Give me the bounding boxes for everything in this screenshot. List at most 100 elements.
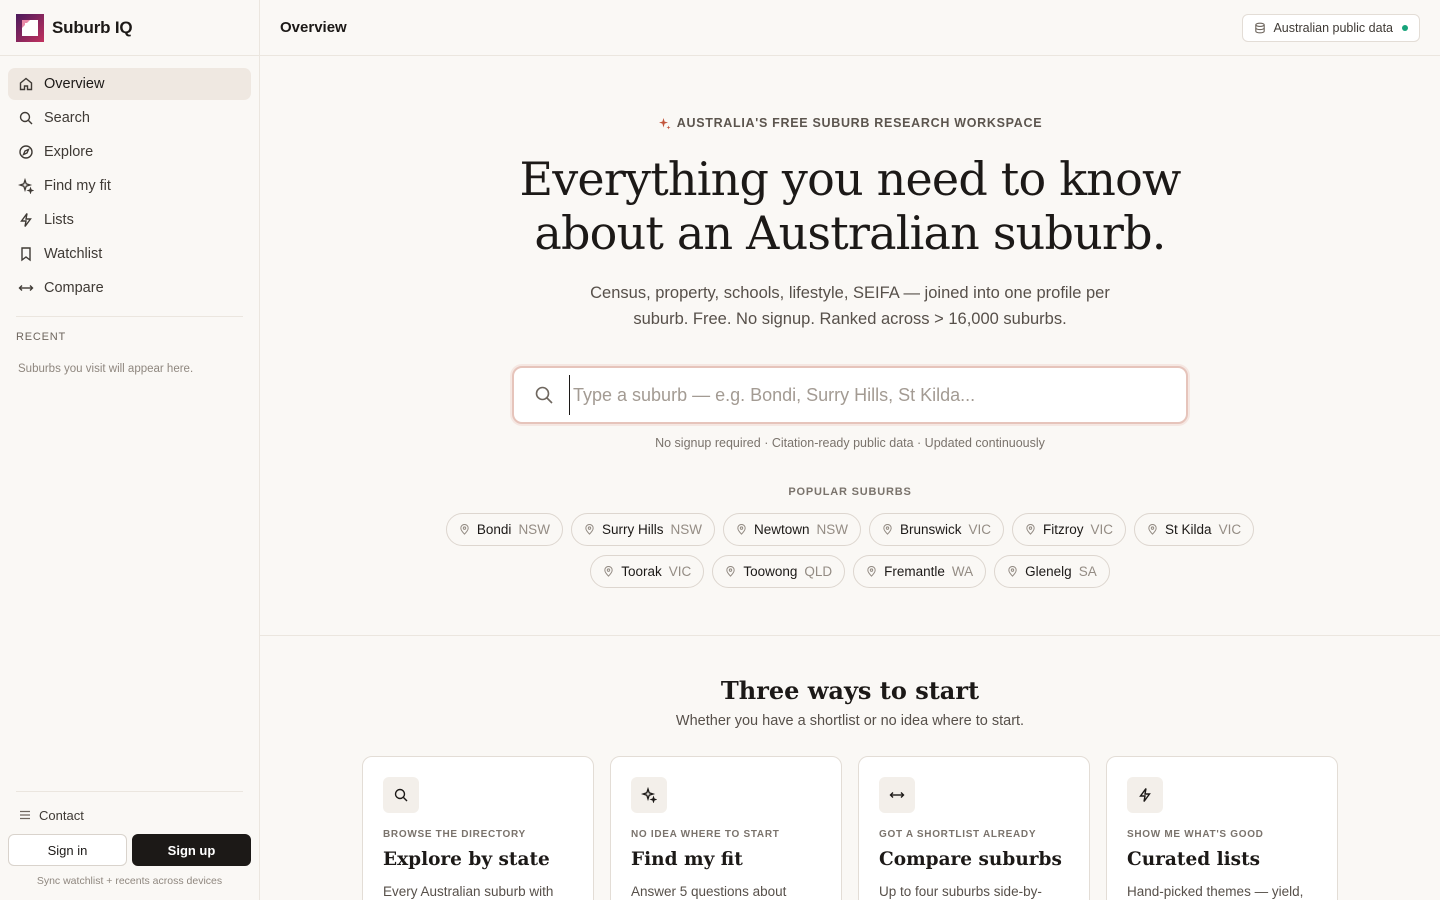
hero-headline-line1: Everything you need to know <box>519 152 1181 206</box>
start-options: BROWSE THE DIRECTORY Explore by state Ev… <box>362 756 1338 900</box>
suburb-chip-bondi[interactable]: Bondi NSW <box>445 513 563 546</box>
ways-heading: Three ways to start <box>720 676 980 705</box>
hero-subtitle: Census, property, schools, lifestyle, SE… <box>590 284 1110 328</box>
card-kicker: GOT A SHORTLIST ALREADY <box>879 829 1037 840</box>
suburb-chip-name: Toorak <box>621 564 662 579</box>
suburb-chip-state: NSW <box>518 522 550 537</box>
sparkles-icon <box>18 178 34 194</box>
suburb-chip-name: Glenelg <box>1025 564 1072 579</box>
card-description: Up to four suburbs side-by- <box>879 884 1042 899</box>
sync-note: Sync watchlist + recents across devices <box>36 875 223 887</box>
card-icon-box <box>1127 777 1163 813</box>
data-source-badge[interactable]: Australian public data <box>1242 14 1420 42</box>
lightning-icon <box>20 213 32 227</box>
suburb-chip-newtown[interactable]: Newtown NSW <box>722 513 861 546</box>
suburb-chip-name: Brunswick <box>899 522 962 537</box>
card-title: Find my fit <box>631 849 743 870</box>
suburb-search-box[interactable] <box>512 366 1188 424</box>
search-note: No signup required · Citation-ready publ… <box>655 436 1045 450</box>
card-title: Curated lists <box>1127 849 1261 870</box>
suburb-chip-st-kilda[interactable]: St Kilda VIC <box>1134 513 1255 546</box>
status-dot <box>1402 25 1408 31</box>
map-pin-icon <box>726 566 735 577</box>
sidebar-footer: Contact Sign in Sign up Sync watchlist +… <box>0 791 259 900</box>
sidebar-item-label: Watchlist <box>44 246 103 262</box>
suburb-chip-surry-hills[interactable]: Surry Hills NSW <box>570 513 715 546</box>
hero-section: AUSTRALIA'S FREE SUBURB RESEARCH WORKSPA… <box>260 56 1440 636</box>
sidebar-footer-divider <box>16 791 243 792</box>
sidebar-item-lists[interactable]: Lists <box>8 204 251 236</box>
recent-heading: RECENT <box>16 331 67 343</box>
auth-buttons: Sign in Sign up <box>0 828 259 866</box>
hero-headline-line2: about an Australian suburb. <box>534 206 1166 260</box>
database-icon <box>1255 22 1266 34</box>
contact-label: Contact <box>39 807 84 823</box>
sidebar-item-explore[interactable]: Explore <box>8 136 251 168</box>
suburb-chip-name: St Kilda <box>1165 522 1212 537</box>
suburb-chip-name: Toowong <box>743 564 798 579</box>
suburb-chip-state: NSW <box>816 522 848 537</box>
bookmark-icon <box>21 247 31 262</box>
hero-eyebrow: AUSTRALIA'S FREE SUBURB RESEARCH WORKSPA… <box>260 116 1440 130</box>
card-icon-box <box>879 777 915 813</box>
card-find-my-fit[interactable]: NO IDEA WHERE TO START Find my fit Answe… <box>610 756 842 900</box>
map-pin-icon <box>1008 566 1017 577</box>
card-explore-by-state[interactable]: BROWSE THE DIRECTORY Explore by state Ev… <box>362 756 594 900</box>
page-title: Overview <box>280 19 347 36</box>
search-icon <box>535 386 553 404</box>
suburb-chip-state: VIC <box>1218 522 1242 537</box>
suburb-chip-name: Fremantle <box>884 564 945 579</box>
map-pin-icon <box>867 566 876 577</box>
suburb-chip-name: Surry Hills <box>601 522 664 537</box>
map-pin-icon <box>1148 524 1157 535</box>
card-curated-lists[interactable]: SHOW ME WHAT'S GOOD Curated lists Hand-p… <box>1106 756 1338 900</box>
card-icon-box <box>383 777 419 813</box>
sidebar-item-overview[interactable]: Overview <box>8 68 251 100</box>
sidebar-item-find-my-fit[interactable]: Find my fit <box>8 170 251 202</box>
top-bar: Overview Australian public data <box>260 0 1440 56</box>
suburb-chip-state: VIC <box>968 522 992 537</box>
lightning-icon <box>1139 788 1151 802</box>
suburb-chip-state: SA <box>1078 564 1097 579</box>
search-icon <box>394 788 408 802</box>
sidebar-item-search[interactable]: Search <box>8 102 251 134</box>
suburb-chip-name: Fitzroy <box>1043 522 1084 537</box>
sidebar-item-label: Lists <box>44 212 74 228</box>
sign-up-button[interactable]: Sign up <box>132 834 251 866</box>
card-description: Every Australian suburb with <box>383 884 554 899</box>
card-compare-suburbs[interactable]: GOT A SHORTLIST ALREADY Compare suburbs … <box>858 756 1090 900</box>
main-content: AUSTRALIA'S FREE SUBURB RESEARCH WORKSPA… <box>260 56 1440 900</box>
suburb-chip-brunswick[interactable]: Brunswick VIC <box>868 513 1005 546</box>
suburb-chip-state: VIC <box>1090 522 1114 537</box>
suburb-chip-fremantle[interactable]: Fremantle WA <box>853 555 987 588</box>
suburb-search-input[interactable] <box>569 375 1186 415</box>
brand-logo-icon <box>16 13 44 42</box>
sidebar: Suburb IQ Overview Search Explore Find m… <box>0 0 260 900</box>
suburb-chip-fitzroy[interactable]: Fitzroy VIC <box>1012 513 1127 546</box>
card-description: Answer 5 questions about <box>631 884 787 899</box>
map-pin-icon <box>460 524 469 535</box>
popular-suburbs-row-2: Toorak VIC Toowong QLD Fremantle WA Glen… <box>260 555 1440 588</box>
brand[interactable]: Suburb IQ <box>0 0 259 56</box>
sidebar-item-label: Explore <box>44 144 94 160</box>
ways-subtitle: Whether you have a shortlist or no idea … <box>675 713 1025 729</box>
card-kicker: NO IDEA WHERE TO START <box>631 829 780 840</box>
home-icon <box>19 77 33 91</box>
contact-link[interactable]: Contact <box>0 802 259 828</box>
suburb-chip-toowong[interactable]: Toowong QLD <box>712 555 846 588</box>
suburb-chip-state: WA <box>951 564 974 579</box>
hero-eyebrow-text: AUSTRALIA'S FREE SUBURB RESEARCH WORKSPA… <box>676 116 1043 130</box>
sidebar-divider <box>16 316 243 317</box>
list-icon <box>20 810 30 820</box>
compass-icon <box>19 145 33 159</box>
suburb-chip-glenelg[interactable]: Glenelg SA <box>994 555 1110 588</box>
suburb-chip-state: VIC <box>668 564 692 579</box>
suburb-chip-toorak[interactable]: Toorak VIC <box>590 555 705 588</box>
sparkles-icon <box>641 787 657 803</box>
sidebar-item-watchlist[interactable]: Watchlist <box>8 238 251 270</box>
arrows-horizontal-icon <box>18 285 34 291</box>
map-pin-icon <box>737 524 746 535</box>
sign-in-button[interactable]: Sign in <box>8 834 127 866</box>
sidebar-item-compare[interactable]: Compare <box>8 272 251 304</box>
sparkle-icon <box>658 117 671 129</box>
